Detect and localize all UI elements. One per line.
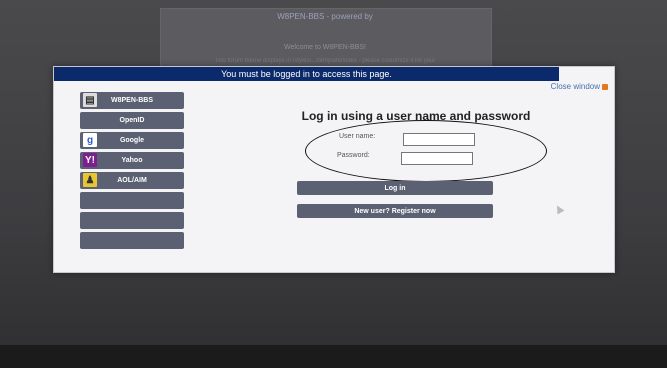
monitor-bezel — [0, 345, 667, 368]
close-window-button[interactable]: Close window — [551, 82, 608, 91]
login-button[interactable]: Log in — [297, 181, 493, 195]
provider-list: ▤ W8PEN-BBS OpenID g Google Y! Yahoo ♟ A… — [80, 92, 184, 249]
aol-icon: ♟ — [83, 173, 97, 187]
background-notice: This forum theme displays in /styles/...… — [214, 58, 436, 64]
provider-aol[interactable]: ♟ AOL/AIM — [80, 172, 184, 189]
dialog-header: You must be logged in to access this pag… — [54, 67, 559, 81]
yahoo-icon: Y! — [83, 153, 97, 167]
annotation-ellipse — [305, 120, 547, 182]
provider-empty[interactable] — [80, 212, 184, 229]
provider-label: AOL/AIM — [117, 177, 147, 184]
provider-label: OpenID — [119, 117, 145, 124]
provider-google[interactable]: g Google — [80, 132, 184, 149]
close-window-label: Close window — [550, 82, 600, 91]
provider-openid[interactable]: OpenID — [80, 112, 184, 129]
provider-bbs[interactable]: ▤ W8PEN-BBS — [80, 92, 184, 109]
username-label: User name: — [339, 133, 376, 140]
provider-label: W8PEN-BBS — [110, 97, 153, 104]
provider-empty[interactable] — [80, 232, 184, 249]
provider-label: Google — [119, 137, 145, 144]
close-icon — [602, 83, 608, 90]
bbs-icon: ▤ — [83, 93, 97, 107]
provider-label: Yahoo — [121, 157, 143, 164]
google-icon: g — [83, 133, 97, 147]
password-label: Password: — [337, 152, 370, 159]
username-field[interactable] — [403, 133, 475, 146]
provider-empty[interactable] — [80, 192, 184, 209]
register-button[interactable]: New user? Register now — [297, 204, 493, 218]
login-dialog: You must be logged in to access this pag… — [53, 66, 615, 273]
password-field[interactable] — [401, 152, 473, 165]
background-title: W8PEN-BBS - powered by — [277, 12, 373, 21]
provider-yahoo[interactable]: Y! Yahoo — [80, 152, 184, 169]
background-welcome: Welcome to W8PEN-BBS! — [284, 44, 366, 51]
